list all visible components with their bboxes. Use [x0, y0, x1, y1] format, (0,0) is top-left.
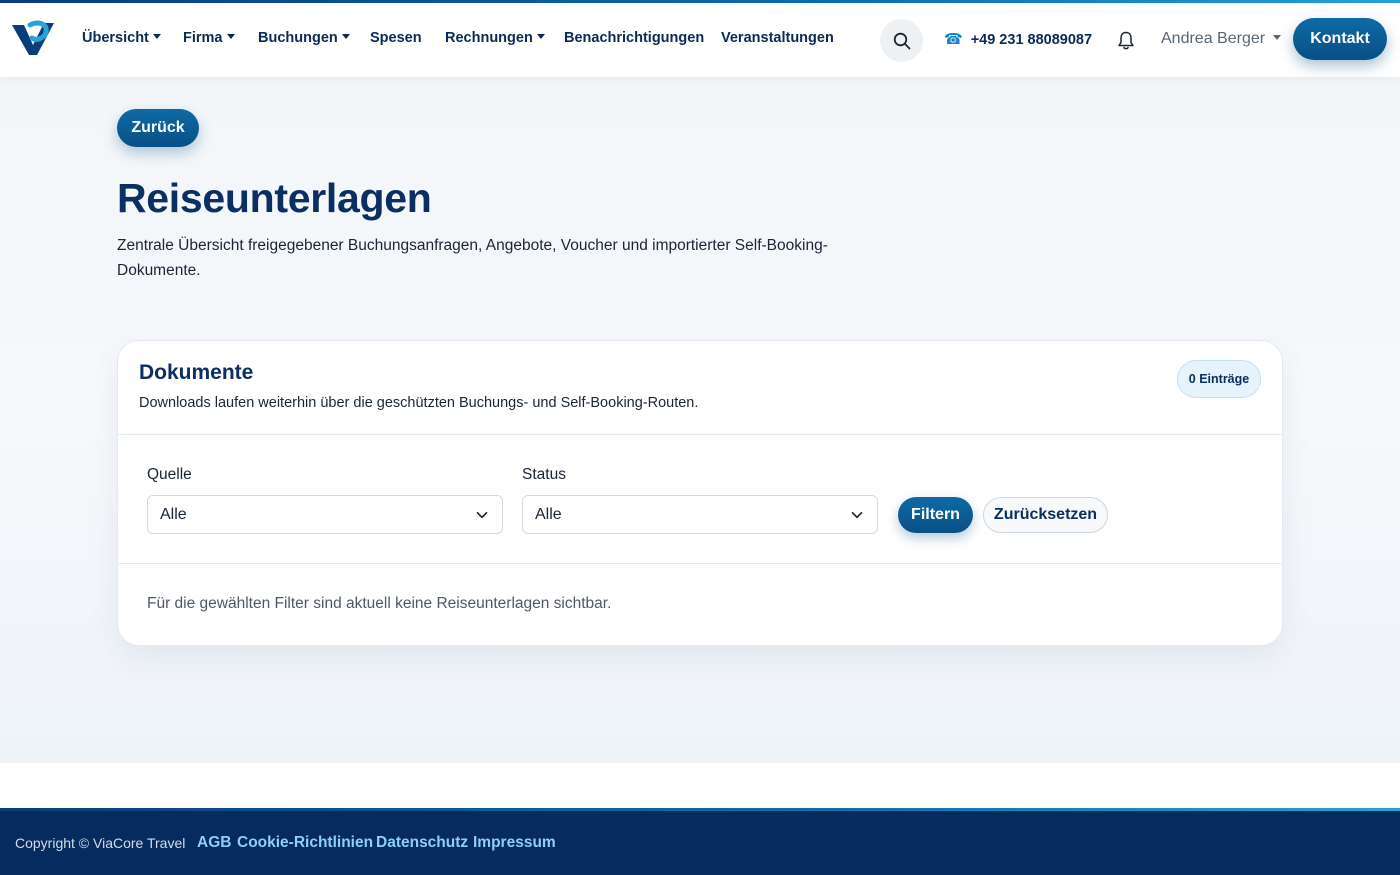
nav-spesen[interactable]: Spesen: [370, 30, 422, 46]
source-label: Quelle: [147, 466, 192, 483]
caret-down-icon: [1273, 35, 1282, 40]
nav-label: Übersicht: [82, 30, 149, 46]
footer-link-agb[interactable]: AGB: [197, 834, 231, 852]
main-content: Zurück Reiseunterlagen Zentrale Übersich…: [0, 77, 1400, 763]
entries-count-badge: 0 Einträge: [1177, 360, 1261, 398]
card-subtitle: Downloads laufen weiterhin über die gesc…: [139, 395, 699, 411]
nav-label: Spesen: [370, 30, 422, 46]
caret-down-icon: [536, 34, 545, 39]
contact-button[interactable]: Kontakt: [1293, 18, 1387, 60]
nav-benachrichtigungen[interactable]: Benachrichtigungen: [564, 30, 704, 46]
top-navbar: Übersicht Firma Buchungen Spesen Rechnun…: [0, 3, 1400, 77]
card-divider: [118, 563, 1282, 564]
footer: Copyright © ViaCore Travel AGB Cookie-Ri…: [0, 811, 1400, 875]
filter-button[interactable]: Filtern: [898, 497, 973, 533]
page-description: Zentrale Übersicht freigegebener Buchung…: [117, 237, 828, 279]
card-title: Dokumente: [139, 361, 254, 384]
chevron-down-icon: [851, 511, 863, 519]
chevron-down-icon: [476, 511, 488, 519]
phone-link[interactable]: ☎ +49 231 88089087: [944, 30, 1092, 48]
footer-link-cookie-richtlinien[interactable]: Cookie-Richtlinien: [237, 834, 373, 852]
empty-state-message: Für die gewählten Filter sind aktuell ke…: [147, 595, 612, 612]
nav-label: Benachrichtigungen: [564, 30, 705, 46]
search-button[interactable]: [880, 19, 923, 62]
nav-label: Veranstaltungen: [721, 30, 834, 46]
footer-link-impressum[interactable]: Impressum: [473, 834, 556, 852]
search-icon: [893, 32, 910, 49]
nav-label: Firma: [183, 30, 223, 46]
nav-firma[interactable]: Firma: [183, 30, 235, 46]
documents-card: Dokumente Downloads laufen weiterhin übe…: [117, 340, 1283, 646]
footer-link-datenschutz[interactable]: Datenschutz: [376, 834, 468, 852]
source-select-value: Alle: [160, 506, 187, 523]
nav-label: Buchungen: [258, 30, 338, 46]
nav-buchungen[interactable]: Buchungen: [258, 30, 350, 46]
phone-number: +49 231 88089087: [970, 32, 1093, 48]
user-name: Andrea Berger: [1161, 30, 1266, 47]
bell-icon[interactable]: [1116, 30, 1136, 52]
source-select[interactable]: Alle: [147, 495, 503, 534]
card-divider: [118, 434, 1282, 435]
viacore-logo-icon[interactable]: [10, 19, 56, 59]
caret-down-icon: [341, 34, 350, 39]
status-select-value: Alle: [535, 506, 562, 523]
nav-uebersicht[interactable]: Übersicht: [82, 30, 161, 46]
phone-icon: ☎: [944, 31, 963, 48]
page-title: Reiseunterlagen: [117, 175, 432, 221]
caret-down-icon: [152, 34, 161, 39]
nav-veranstaltungen[interactable]: Veranstaltungen: [721, 30, 834, 46]
back-button[interactable]: Zurück: [117, 109, 199, 147]
nav-label: Rechnungen: [445, 30, 533, 46]
status-label: Status: [522, 466, 566, 483]
nav-rechnungen[interactable]: Rechnungen: [445, 30, 545, 46]
reset-button[interactable]: Zurücksetzen: [983, 497, 1108, 533]
status-select[interactable]: Alle: [522, 495, 878, 534]
user-menu[interactable]: Andrea Berger: [1161, 30, 1282, 48]
caret-down-icon: [226, 34, 235, 39]
copyright-text: Copyright © ViaCore Travel: [15, 835, 186, 851]
